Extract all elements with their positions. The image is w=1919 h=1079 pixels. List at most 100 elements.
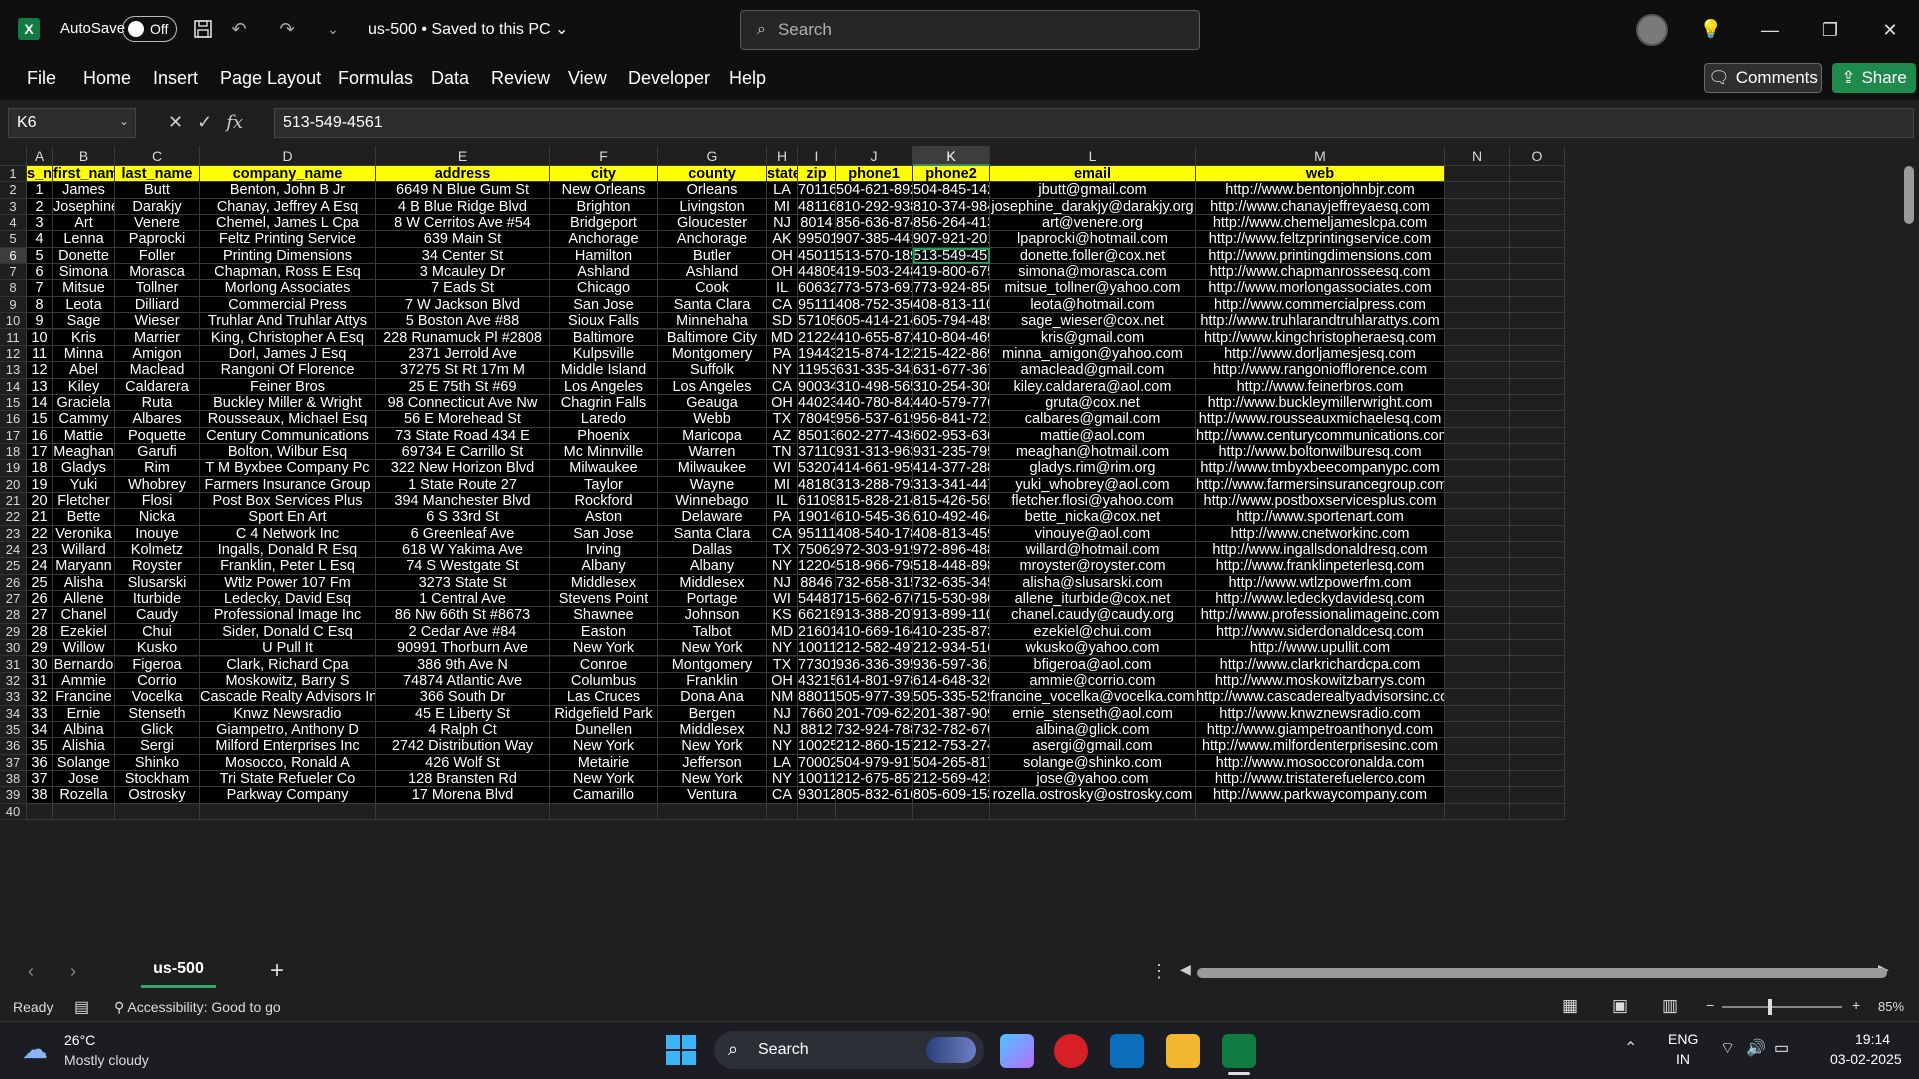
table-cell[interactable]: ernie_stenseth@aol.com	[990, 705, 1196, 722]
table-cell[interactable]	[1445, 591, 1510, 608]
table-cell[interactable]: simona@morasca.com	[990, 264, 1196, 281]
table-cell[interactable]: 6 Greenleaf Ave	[376, 525, 550, 543]
table-cell[interactable]: 69734 E Carrillo St	[376, 443, 550, 461]
table-cell[interactable]	[1445, 345, 1510, 363]
table-cell[interactable]	[1445, 215, 1510, 232]
row-header[interactable]: 30	[0, 640, 27, 657]
table-cell[interactable]: 21	[27, 509, 53, 526]
table-cell[interactable]: 386 9th Ave N	[376, 656, 550, 673]
table-cell[interactable]: Santa Clara	[658, 525, 767, 543]
table-cell[interactable]	[1445, 689, 1510, 706]
row-header[interactable]: 26	[0, 574, 27, 592]
sheet-tab-us-500[interactable]: us-500	[141, 954, 216, 988]
table-cell[interactable]	[115, 803, 200, 820]
table-cell[interactable]: 44805	[798, 264, 836, 281]
table-cell[interactable]: 732-658-3154	[836, 574, 913, 592]
table-cell[interactable]: Francine	[53, 689, 115, 706]
table-cell[interactable]: IL	[767, 280, 798, 297]
table-cell[interactable]: http://www.commercialpress.com	[1196, 296, 1445, 314]
table-cell[interactable]: Wtlz Power 107 Fm	[200, 574, 376, 592]
table-cell[interactable]: New York	[550, 640, 658, 657]
table-cell[interactable]: allene_iturbide@cox.net	[990, 591, 1196, 608]
table-cell[interactable]	[1445, 558, 1510, 575]
accessibility-status[interactable]: ⚲ Accessibility: Good to go	[114, 999, 281, 1016]
column-title-cell[interactable]: address	[376, 166, 550, 183]
table-cell[interactable]: NJ	[767, 721, 798, 739]
column-title-cell[interactable]: city	[550, 166, 658, 183]
table-cell[interactable]: Josephine	[53, 198, 115, 216]
table-cell[interactable]	[27, 803, 53, 820]
table-cell[interactable]: 2742 Distribution Way	[376, 738, 550, 755]
table-cell[interactable]: 732-635-3453	[913, 574, 990, 592]
table-cell[interactable]: 93012	[798, 787, 836, 804]
table-cell[interactable]: 956-537-6195	[836, 411, 913, 428]
table-cell[interactable]: OH	[767, 394, 798, 412]
row-header[interactable]: 24	[0, 542, 27, 559]
table-cell[interactable]: Alisha	[53, 574, 115, 592]
table-cell[interactable]: 8846	[798, 574, 836, 592]
table-cell[interactable]: Jose	[53, 770, 115, 788]
table-cell[interactable]: 11953	[798, 362, 836, 379]
table-cell[interactable]: 6	[27, 264, 53, 281]
table-cell[interactable]: Franklin, Peter L Esq	[200, 558, 376, 575]
table-cell[interactable]: 440-579-7763	[913, 394, 990, 412]
table-cell[interactable]: francine_vocelka@vocelka.com	[990, 689, 1196, 706]
table-cell[interactable]: 38	[27, 787, 53, 804]
table-cell[interactable]	[1445, 378, 1510, 395]
table-cell[interactable]: MD	[767, 329, 798, 346]
table-cell[interactable]: 2371 Jerrold Ave	[376, 345, 550, 363]
table-cell[interactable]: Chanel	[53, 607, 115, 624]
table-cell[interactable]: amaclead@gmail.com	[990, 362, 1196, 379]
table-cell[interactable]: http://www.bentonjohnbjr.com	[1196, 182, 1445, 199]
column-title-cell[interactable]: phone2	[913, 166, 990, 183]
row-header[interactable]: 7	[0, 264, 27, 281]
table-cell[interactable]: Art	[53, 215, 115, 232]
table-cell[interactable]: 313-288-7937	[836, 476, 913, 493]
table-cell[interactable]: 8014	[798, 215, 836, 232]
table-cell[interactable]: Caudy	[115, 607, 200, 624]
table-cell[interactable]: 11	[27, 345, 53, 363]
table-cell[interactable]: 33	[27, 705, 53, 722]
table-cell[interactable]: ezekiel@chui.com	[990, 623, 1196, 641]
column-title-cell[interactable]: company_name	[200, 166, 376, 183]
table-cell[interactable]: 394 Manchester Blvd	[376, 493, 550, 510]
table-cell[interactable]: 37	[27, 770, 53, 788]
table-cell[interactable]: Mosocco, Ronald A	[200, 754, 376, 771]
table-cell[interactable]: Kiley	[53, 378, 115, 395]
table-cell[interactable]: Post Box Services Plus	[200, 493, 376, 510]
table-cell[interactable]: 3	[27, 215, 53, 232]
table-cell[interactable]: 57105	[798, 313, 836, 330]
table-cell[interactable]: Conroe	[550, 656, 658, 673]
table-cell[interactable]: 505-977-3911	[836, 689, 913, 706]
table-cell[interactable]	[1510, 345, 1565, 363]
row-header[interactable]: 14	[0, 378, 27, 395]
table-cell[interactable]: Maricopa	[658, 427, 767, 444]
table-cell[interactable]: Shawnee	[550, 607, 658, 624]
table-cell[interactable]	[1510, 607, 1565, 624]
table-cell[interactable]	[1445, 803, 1510, 820]
table-cell[interactable]: 10025	[798, 738, 836, 755]
table-cell[interactable]: Middlesex	[550, 574, 658, 592]
table-cell[interactable]: http://www.rangoniofflorence.com	[1196, 362, 1445, 379]
table-cell[interactable]: Ashland	[550, 264, 658, 281]
table-cell[interactable]: Dilliard	[115, 296, 200, 314]
table-cell[interactable]: 10011	[798, 640, 836, 657]
table-cell[interactable]: Parkway Company	[200, 787, 376, 804]
table-cell[interactable]: 414-661-9598	[836, 460, 913, 477]
table-cell[interactable]	[1510, 493, 1565, 510]
zoom-slider[interactable]	[1722, 1006, 1842, 1008]
table-cell[interactable]: Willow	[53, 640, 115, 657]
table-cell[interactable]: http://www.franklinpeterlesq.com	[1196, 558, 1445, 575]
table-cell[interactable]: Ashland	[658, 264, 767, 281]
column-header-n[interactable]: N	[1445, 146, 1510, 166]
table-cell[interactable]	[1445, 476, 1510, 493]
table-cell[interactable]: 27	[27, 607, 53, 624]
table-cell[interactable]	[798, 803, 836, 820]
table-cell[interactable]: Los Angeles	[658, 378, 767, 395]
table-cell[interactable]	[1445, 280, 1510, 297]
table-cell[interactable]: Giampetro, Anthony D	[200, 721, 376, 739]
table-cell[interactable]: josephine_darakjy@darakjy.org	[990, 198, 1196, 216]
table-cell[interactable]	[1510, 770, 1565, 788]
table-cell[interactable]: Camarillo	[550, 787, 658, 804]
table-cell[interactable]: NJ	[767, 215, 798, 232]
